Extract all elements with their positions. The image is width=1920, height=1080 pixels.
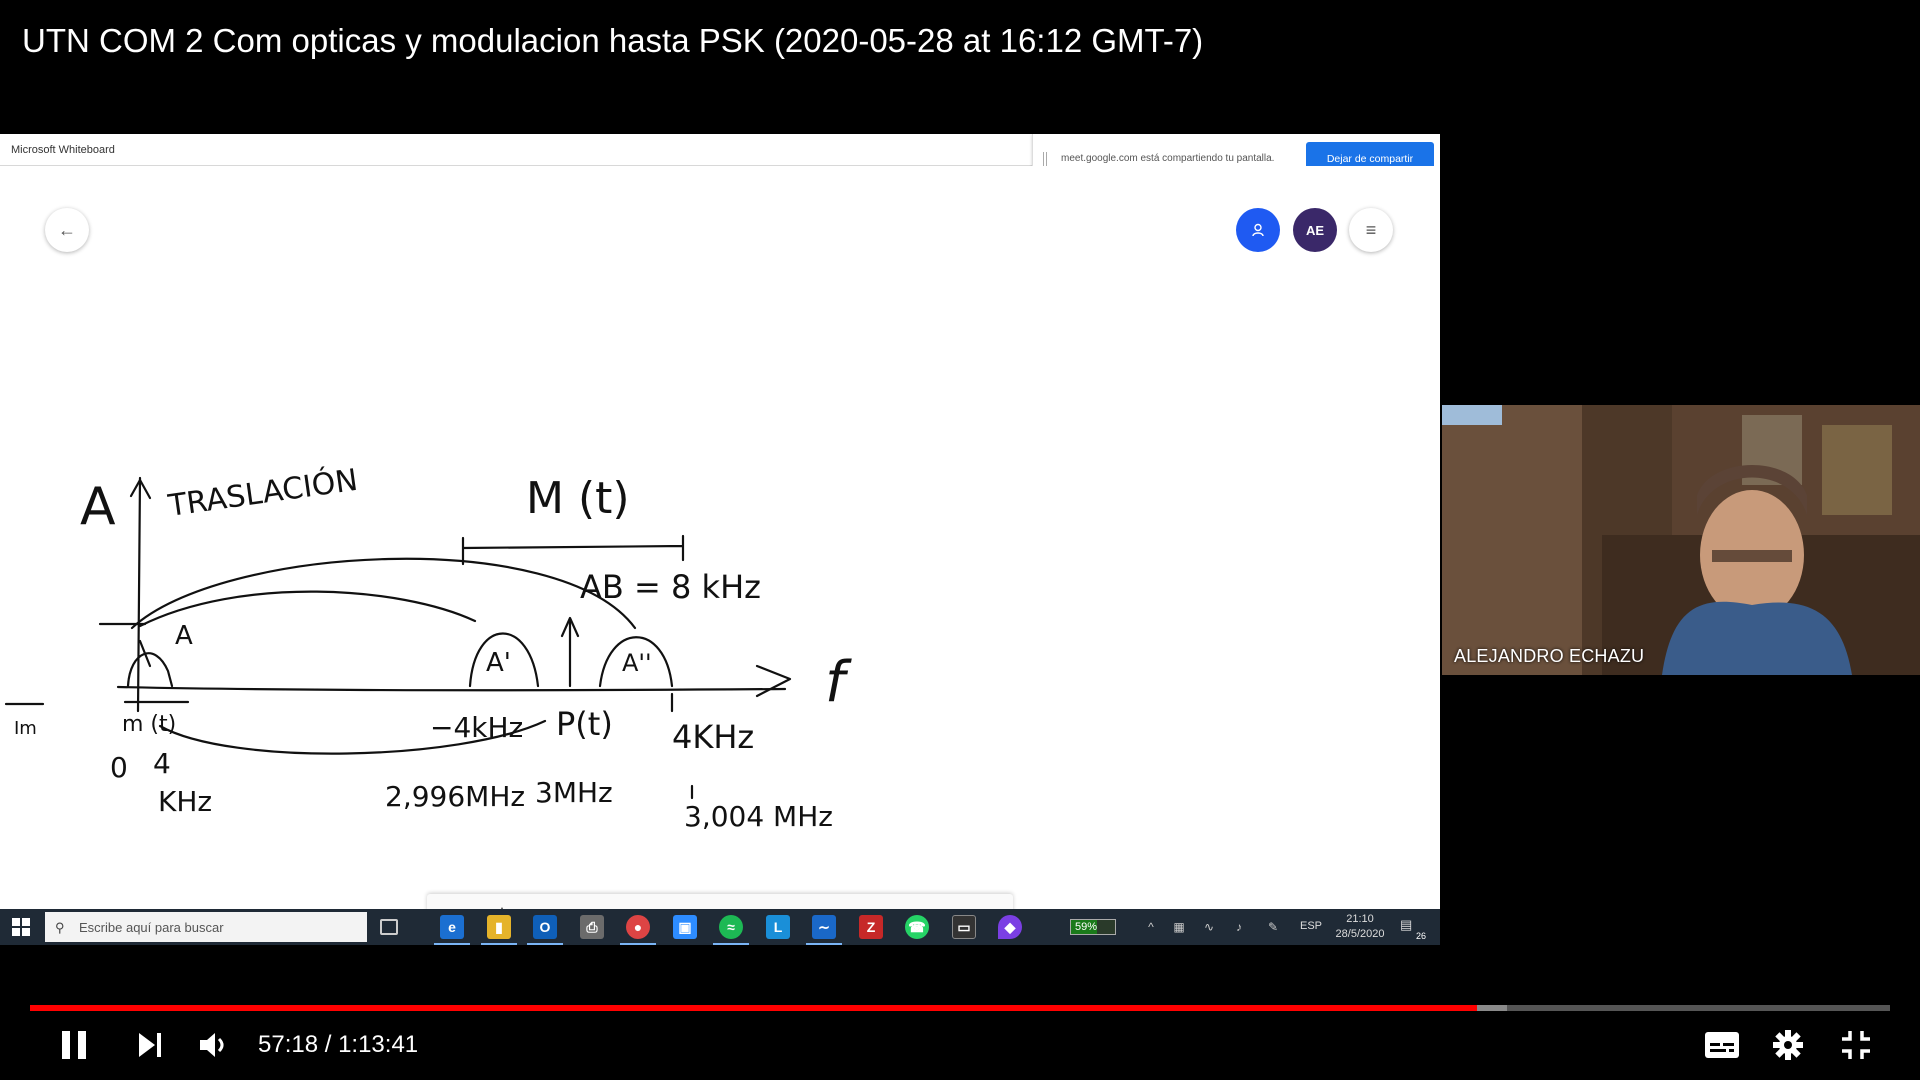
- share-message: meet.google.com está compartiendo tu pan…: [1061, 153, 1275, 164]
- translation-arc-outer: [130, 557, 637, 630]
- ink-a-small: A: [175, 621, 193, 651]
- participant-name: ALEJANDRO ECHAZU: [1454, 646, 1645, 666]
- volume-button[interactable]: [190, 1024, 236, 1066]
- ink-khz: KHz: [158, 785, 212, 818]
- progress-played: [30, 1005, 1478, 1011]
- person-icon: [1252, 223, 1264, 237]
- video-player: UTN COM 2 Com opticas y modulacion hasta…: [0, 0, 1920, 1080]
- ink-bandwidth: AB = 8 kHz: [580, 568, 761, 606]
- whiteboard-canvas[interactable]: A TRASLACIÓN M (t) AB = 8 kHz A A' A'' f…: [0, 166, 1440, 945]
- tray-device-icon[interactable]: ▦: [1171, 919, 1187, 935]
- ink-zero: 0: [110, 751, 128, 784]
- windows-taskbar: ⚲ Escribe aquí para buscar e ▮ O ⎙ ● ▣ ≈…: [0, 909, 1440, 945]
- frequency-axis: [116, 685, 787, 692]
- task-view-icon[interactable]: [380, 919, 398, 935]
- participant-video-frame: [1442, 405, 1920, 675]
- share-user-button[interactable]: [1236, 208, 1280, 252]
- speaker-icon[interactable]: ♪: [1231, 919, 1247, 935]
- zoom-icon[interactable]: ▣: [673, 915, 697, 939]
- ink-m-of-t: M (t): [526, 473, 630, 524]
- pen-tray-icon[interactable]: ✎: [1265, 919, 1281, 935]
- ink-f-carrier: 3MHz: [535, 776, 613, 809]
- time-display: 57:18 / 1:13:41: [258, 1031, 419, 1058]
- ink-f-low: 2,996MHz: [385, 780, 525, 813]
- frequency-axis-arrow: [755, 664, 792, 698]
- edge-icon[interactable]: e: [434, 915, 470, 945]
- whiteboard-ink: A TRASLACIÓN M (t) AB = 8 kHz A A' A'' f…: [4, 461, 852, 833]
- ink-a-prime: A': [486, 648, 511, 678]
- terminal-icon[interactable]: ▭: [952, 915, 976, 939]
- ink-m-small: m (t): [122, 712, 176, 737]
- amplitude-axis: [136, 476, 142, 713]
- wifi-icon[interactable]: ∿: [1201, 919, 1217, 935]
- subtitles-button[interactable]: [1700, 1024, 1744, 1066]
- exit-fullscreen-button[interactable]: [1834, 1024, 1878, 1066]
- menu-button[interactable]: ≡: [1349, 208, 1393, 252]
- chevron-up-icon[interactable]: ^: [1143, 919, 1159, 935]
- file-explorer-icon[interactable]: ▮: [481, 915, 517, 945]
- ink-a-axis: A: [80, 477, 116, 537]
- volume-icon: [200, 1033, 224, 1057]
- next-icon: [139, 1033, 161, 1057]
- back-button[interactable]: ←: [45, 208, 89, 252]
- battery-percent: 59%: [1075, 921, 1098, 933]
- progress-bar[interactable]: [30, 1005, 1890, 1011]
- subtitles-icon: [1705, 1032, 1739, 1058]
- ink-f-high: 3,004 MHz: [684, 800, 833, 833]
- ink-minus-4khz: −4kHz: [430, 711, 523, 744]
- whiteboard-icon[interactable]: ∼: [806, 915, 842, 945]
- taskbar-search-box[interactable]: ⚲ Escribe aquí para buscar: [45, 912, 367, 942]
- notification-count: 26: [1415, 931, 1426, 941]
- printer-icon[interactable]: ⎙: [580, 915, 604, 939]
- filezilla-icon[interactable]: Z: [859, 915, 883, 939]
- drag-handle-icon[interactable]: [1043, 152, 1047, 166]
- drop-app-icon[interactable]: ◆: [998, 915, 1022, 939]
- participant-webcam: ALEJANDRO ECHAZU: [1442, 405, 1920, 675]
- settings-button[interactable]: [1766, 1024, 1810, 1066]
- pause-icon: [62, 1031, 86, 1059]
- clock-time: 21:10: [1346, 913, 1374, 925]
- ink-left-mark: Im: [14, 718, 37, 739]
- taskbar-search-placeholder: Escribe aquí para buscar: [79, 919, 224, 935]
- clock-date: 28/5/2020: [1335, 928, 1385, 940]
- ink-p-of-t: P(t): [556, 705, 613, 743]
- ink-a-double-prime: A'': [622, 649, 652, 677]
- taskbar-clock[interactable]: 21:10 28/5/2020: [1333, 912, 1387, 942]
- notification-center-icon[interactable]: ▤ 26: [1400, 917, 1426, 941]
- chrome-icon[interactable]: ●: [620, 915, 656, 945]
- user-avatar[interactable]: AE: [1293, 208, 1337, 252]
- app-name: Microsoft Whiteboard: [11, 144, 115, 156]
- bandwidth-bracket: [461, 534, 685, 566]
- ink-plus-4khz: 4KHz: [672, 718, 754, 756]
- exit-fullscreen-icon: [1842, 1031, 1870, 1059]
- outlook-icon[interactable]: O: [527, 915, 563, 945]
- video-title: UTN COM 2 Com opticas y modulacion hasta…: [22, 22, 1204, 59]
- search-icon: ⚲: [55, 920, 65, 935]
- ink-four: 4: [153, 747, 171, 780]
- arrow-left-icon: ←: [58, 219, 76, 240]
- battery-indicator[interactable]: 59%: [1070, 919, 1116, 935]
- language-indicator[interactable]: ESP: [1300, 920, 1322, 932]
- spotify-icon[interactable]: ≈: [713, 915, 749, 945]
- pause-button[interactable]: [52, 1024, 96, 1066]
- next-button[interactable]: [128, 1024, 172, 1066]
- shared-screen: Microsoft Whiteboard meet.google.com est…: [0, 134, 1440, 945]
- baseband-spectrum: [126, 652, 174, 688]
- ink-traslacion: TRASLACIÓN: [165, 461, 360, 524]
- windows-start-icon[interactable]: [12, 918, 30, 936]
- ink-f: f: [825, 650, 852, 715]
- l-app-icon[interactable]: L: [766, 915, 790, 939]
- hamburger-icon: ≡: [1365, 219, 1377, 240]
- gear-icon: [1773, 1030, 1803, 1060]
- whatsapp-icon[interactable]: ☎: [905, 915, 929, 939]
